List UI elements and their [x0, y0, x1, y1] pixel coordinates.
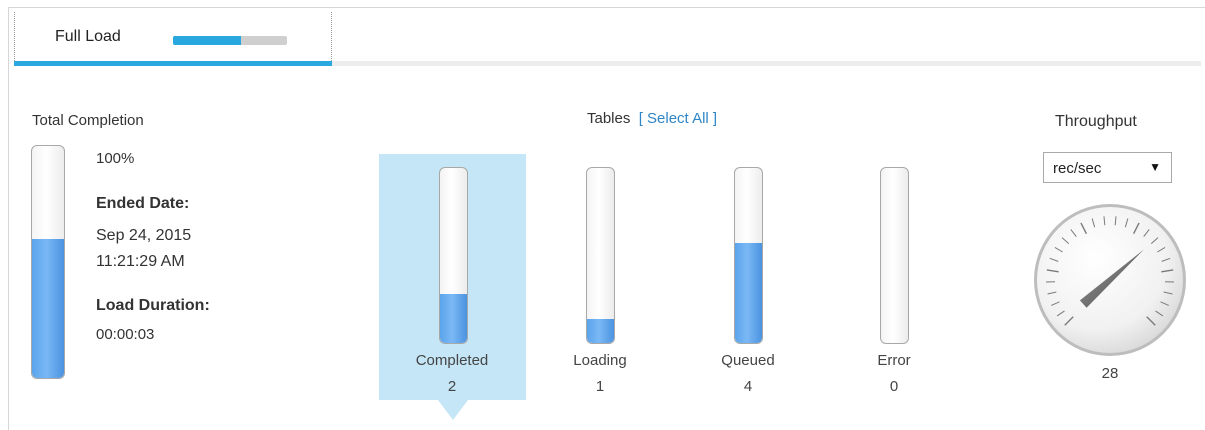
loading-label: Loading [573, 352, 627, 369]
completed-count: 2 [447, 378, 457, 395]
queued-count: 4 [743, 378, 753, 395]
panel-border-left [8, 7, 9, 430]
tab-strip [332, 61, 1201, 66]
total-completion-title: Total Completion [32, 112, 144, 129]
throughput-value: 28 [1101, 365, 1119, 382]
tables-header: Tables [ Select All ] [587, 110, 717, 127]
completion-percent: 100% [96, 150, 135, 167]
error-label: Error [877, 352, 911, 369]
load-duration-value: 00:00:03 [96, 326, 155, 343]
chevron-down-icon: ▼ [1149, 160, 1161, 174]
panel-border-top [8, 7, 1205, 8]
tab-progress-bar [173, 36, 287, 45]
throughput-title: Throughput [1055, 113, 1137, 130]
error-count: 0 [889, 378, 899, 395]
tab-progress-fill [173, 36, 242, 45]
tab-active-indicator [14, 61, 332, 66]
selected-category-pointer-icon [438, 400, 468, 420]
throughput-gauge [1034, 204, 1186, 356]
loading-count: 1 [595, 378, 605, 395]
completed-bar-fill [440, 294, 467, 343]
completed-label: Completed [415, 352, 489, 369]
select-all-link[interactable]: [ Select All ] [639, 110, 717, 127]
queued-bar [734, 167, 763, 344]
completed-bar [439, 167, 468, 344]
ended-time-value: 11:21:29 AM [96, 253, 185, 270]
throughput-unit-value: rec/sec [1053, 160, 1102, 177]
queued-bar-fill [735, 243, 762, 343]
tab-full-load[interactable]: Full Load [14, 12, 332, 63]
total-completion-bar [31, 145, 65, 379]
throughput-unit-select[interactable]: rec/sec ▼ [1043, 152, 1172, 183]
load-duration-label: Load Duration: [96, 297, 210, 314]
ended-date-label: Ended Date: [96, 195, 190, 212]
tables-title: Tables [587, 110, 631, 127]
tab-label: Full Load [55, 28, 121, 45]
loading-bar [586, 167, 615, 344]
queued-label: Queued [721, 352, 775, 369]
ended-date-value: Sep 24, 2015 [96, 227, 192, 244]
loading-bar-fill [587, 318, 614, 343]
total-completion-bar-fill [32, 238, 64, 378]
error-bar [880, 167, 909, 344]
